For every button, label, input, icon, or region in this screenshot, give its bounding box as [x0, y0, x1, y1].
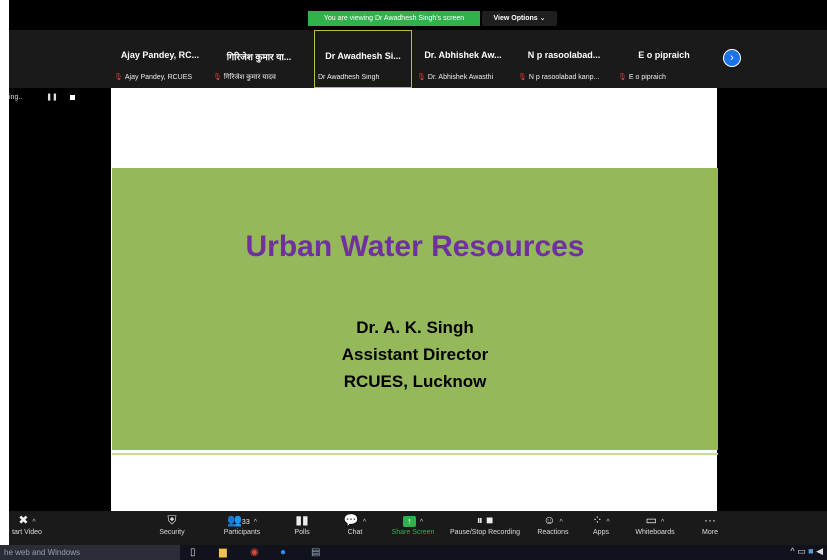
emoji-icon: ☺ ^ [543, 513, 563, 527]
start-video-button[interactable]: ✖ ^ tart Video [2, 512, 52, 536]
notepad-icon[interactable]: ▤ [311, 546, 320, 559]
apps-icon: ⁘ ^ [592, 513, 610, 527]
slide-presenter-org: RCUES, Lucknow [343, 372, 487, 391]
next-participants-button[interactable]: › [723, 49, 741, 67]
app-tray-icon[interactable]: ■ [808, 546, 813, 556]
chat-button[interactable]: 💬 ^ Chat [336, 512, 374, 536]
bar-chart-icon: ▮▮ [295, 513, 309, 527]
stop-icon[interactable] [69, 94, 75, 100]
pause-icon[interactable]: ❚❚ [46, 93, 58, 101]
left-strip-header [9, 30, 111, 88]
taskbar-search-input[interactable]: he web and Windows [0, 545, 180, 560]
participant-name: E o pipraich [638, 50, 690, 60]
tray-chevron-icon[interactable]: ^ [790, 546, 794, 556]
participant-label: E o pipraich [628, 74, 666, 81]
chevron-right-icon: › [730, 52, 734, 64]
share-screen-button[interactable]: ↑ ^ Share Screen [386, 512, 440, 536]
slide-title: Urban Water Resources [245, 230, 585, 263]
recording-status-text: ing.. [9, 94, 23, 101]
pause-stop-icon: ⏸ ■ [476, 513, 494, 527]
video-off-icon: ✖ ^ [18, 513, 36, 527]
participant-name: Dr Awadhesh Si... [325, 51, 401, 61]
recording-status: ing.. ❚❚ [9, 93, 75, 101]
pause-stop-recording-button[interactable]: ⏸ ■ Pause/Stop Recording [444, 512, 526, 536]
volume-icon[interactable]: ◀ [816, 546, 823, 556]
chrome-icon[interactable]: ◉ [250, 546, 259, 559]
participant-tile[interactable]: E o pipraich 🎙︎ E o pipraich [615, 30, 713, 88]
shield-icon: ⛨ [167, 513, 177, 527]
participant-name: N p rasoolabad... [527, 50, 601, 60]
participant-tile[interactable]: Dr. Abhishek Aw... 🎙︎ Dr. Abhishek Awasth… [414, 30, 512, 88]
participants-button[interactable]: 👥33 ^ Participants [210, 512, 274, 536]
participant-tile[interactable]: N p rasoolabad... 🎙︎ N p rasoolabad kanp.… [515, 30, 613, 88]
left-video-panel [9, 30, 111, 510]
mic-muted-icon: 🎙︎ [114, 74, 123, 81]
participant-name: Ajay Pandey, RC... [120, 50, 200, 60]
pause-stop-label: Pause/Stop Recording [449, 529, 521, 536]
participant-label: Ajay Pandey, RCUES [124, 74, 193, 81]
network-icon[interactable]: ▭ [797, 546, 806, 556]
whiteboards-label: Whiteboards [635, 529, 675, 536]
task-view-icon[interactable]: ▯ [190, 546, 196, 559]
more-label: More [702, 529, 718, 536]
share-screen-label: Share Screen [391, 529, 435, 536]
zoom-app-icon[interactable]: ● [280, 546, 286, 559]
whiteboard-icon: ▭ ^ [645, 513, 665, 527]
participant-tile[interactable]: Ajay Pandey, RC... 🎙︎ Ajay Pandey, RCUES [111, 30, 209, 88]
slide-title-panel [112, 168, 718, 450]
reactions-button[interactable]: ☺ ^ Reactions [530, 512, 576, 536]
file-explorer-icon[interactable]: ▆ [219, 546, 227, 559]
slide-presenter-name: Dr. A. K. Singh [356, 318, 474, 337]
screen-share-banner: You are viewing Dr Awadhesh Singh's scre… [308, 11, 480, 26]
chat-bubble-icon: 💬 ^ [343, 513, 367, 527]
start-video-label: tart Video [12, 529, 42, 536]
window-edge [0, 0, 9, 545]
participant-label: Dr Awadhesh Singh [318, 74, 380, 81]
slide-divider [112, 453, 718, 455]
mic-muted-icon: 🎙︎ [417, 74, 426, 81]
ellipsis-icon: ··· [704, 513, 716, 527]
whiteboards-button[interactable]: ▭ ^ Whiteboards [628, 512, 682, 536]
more-button[interactable]: ··· More [698, 512, 722, 536]
mic-muted-icon: 🎙︎ [518, 74, 527, 81]
participants-label: Participants [223, 529, 261, 536]
reactions-label: Reactions [537, 529, 569, 536]
mic-muted-icon: 🎙︎ [618, 74, 627, 81]
polls-label: Polls [294, 529, 310, 536]
participant-name: गिरिजेश कुमार या... [226, 52, 292, 62]
people-icon: 👥33 ^ [226, 513, 258, 527]
participant-tile[interactable]: गिरिजेश कुमार या... 🎙︎ गिरिजेश कुमार यादव [210, 30, 308, 88]
apps-label: Apps [593, 529, 609, 536]
system-tray[interactable]: ^ ▭ ■ ◀ [790, 546, 823, 557]
security-label: Security [159, 529, 185, 536]
participant-label: Dr. Abhishek Awasthi [427, 74, 494, 81]
participants-count: 33 [241, 519, 250, 526]
slide-presenter-role: Assistant Director [341, 345, 489, 364]
participant-label: गिरिजेश कुमार यादव [223, 74, 276, 81]
share-arrow-icon: ↑ [402, 516, 416, 527]
security-button[interactable]: ⛨ Security [150, 512, 194, 536]
participant-label: N p rasoolabad kanp... [528, 74, 600, 81]
polls-button[interactable]: ▮▮ Polls [288, 512, 316, 536]
mic-muted-icon: 🎙︎ [213, 74, 222, 81]
view-options-button[interactable]: View Options ⌄ [482, 11, 557, 26]
apps-button[interactable]: ⁘ ^ Apps [582, 512, 620, 536]
chat-label: Chat [347, 529, 363, 536]
participant-tile-active-speaker[interactable]: Dr Awadhesh Si... Dr Awadhesh Singh [314, 30, 412, 88]
participant-name: Dr. Abhishek Aw... [424, 50, 502, 60]
